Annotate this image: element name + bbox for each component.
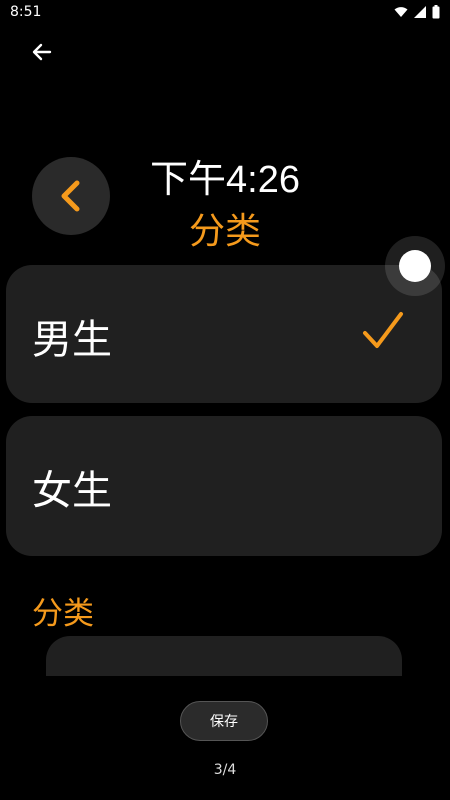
status-icons	[394, 5, 440, 19]
battery-icon	[432, 5, 440, 19]
partial-card[interactable]	[46, 636, 402, 676]
preview-time: 下午4:26	[150, 159, 300, 201]
option-label: 女生	[32, 468, 112, 514]
option-female[interactable]: 女生	[6, 416, 442, 556]
save-button[interactable]: 保存	[180, 701, 268, 741]
back-arrow-icon[interactable]	[28, 38, 56, 66]
section-title: 分类	[32, 596, 94, 632]
check-icon	[363, 312, 403, 348]
preview-title: 分类	[188, 211, 261, 252]
scroll-knob[interactable]	[399, 250, 431, 282]
status-time: 8:51	[10, 4, 42, 20]
option-label: 男生	[32, 317, 112, 363]
page-indicator: 3/4	[213, 762, 237, 778]
status-bar: 8:51	[0, 0, 450, 26]
wifi-icon	[394, 7, 408, 17]
signal-icon	[414, 6, 426, 18]
option-male[interactable]: 男生	[6, 265, 442, 403]
